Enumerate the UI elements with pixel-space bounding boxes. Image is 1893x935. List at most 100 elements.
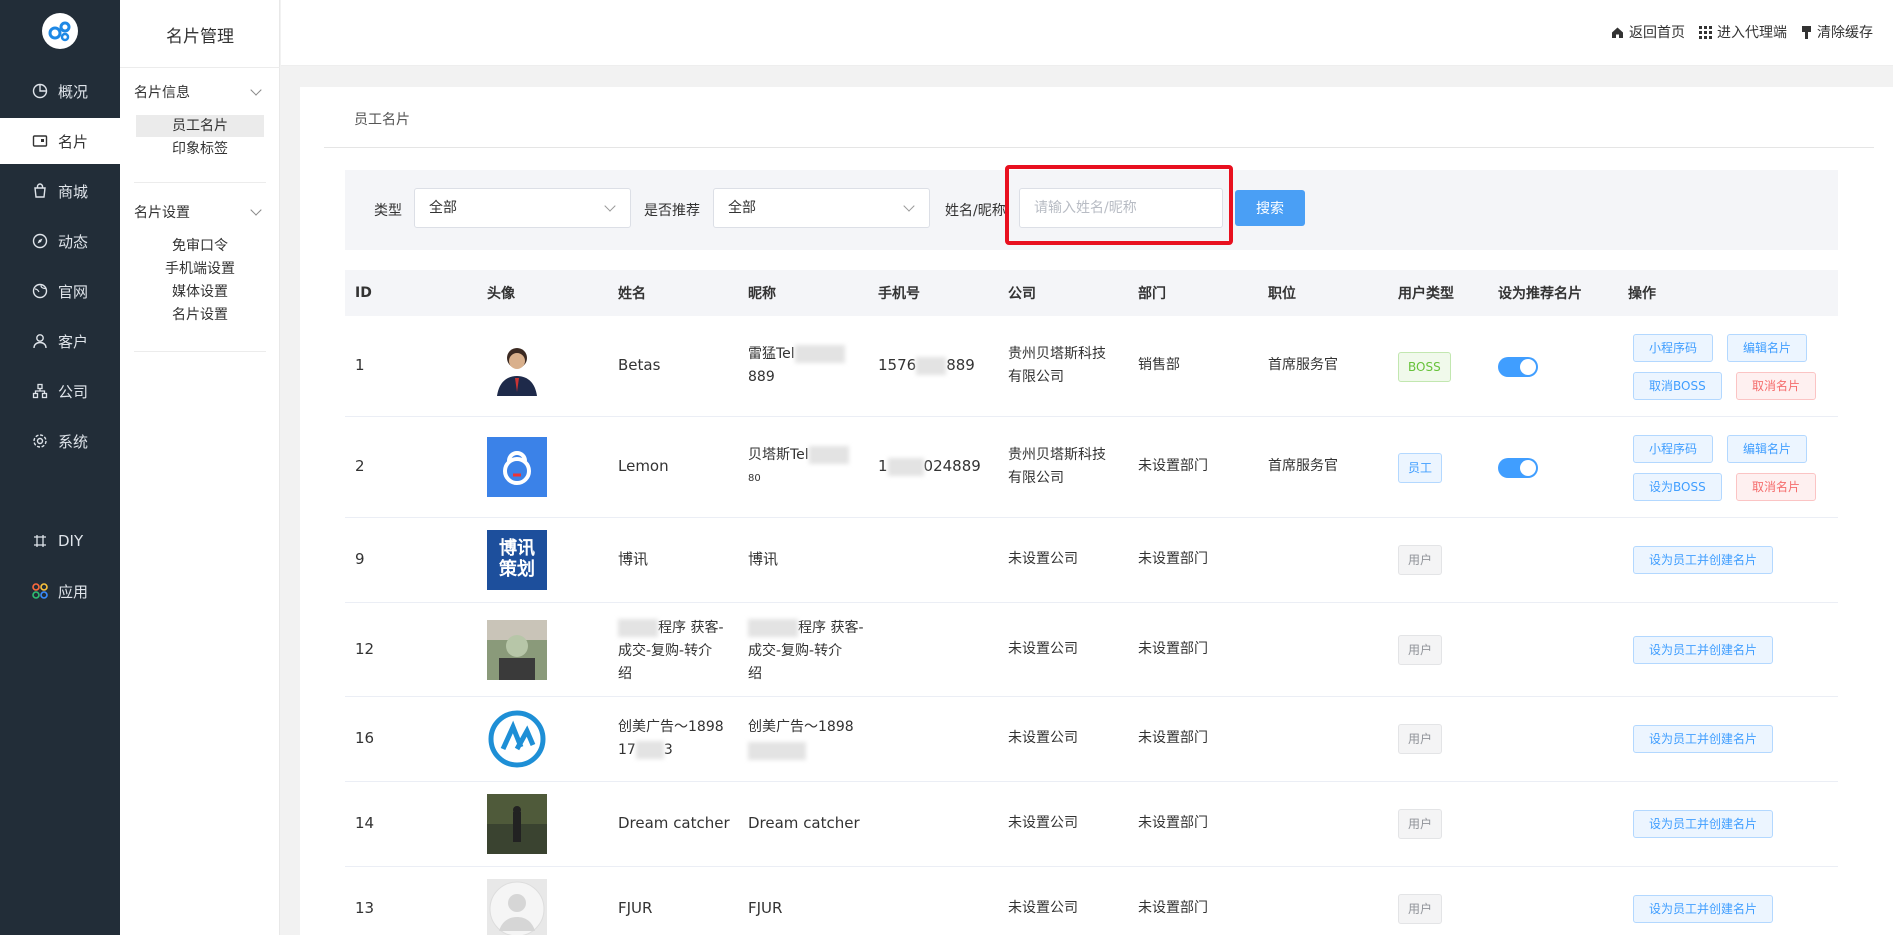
avatar bbox=[487, 879, 547, 935]
phone-part: 024889 bbox=[923, 457, 981, 475]
compass-icon bbox=[32, 233, 48, 249]
subnav-link-employee-card[interactable]: 员工名片 bbox=[136, 115, 264, 137]
divider bbox=[324, 147, 1874, 148]
redaction bbox=[794, 345, 845, 363]
nickname-line: 程序 获客- bbox=[798, 620, 864, 636]
cell-nickname: FJUR bbox=[748, 899, 783, 917]
recommend-select[interactable]: 全部 bbox=[713, 188, 930, 228]
create-card-button[interactable]: 设为员工并创建名片 bbox=[1633, 546, 1774, 574]
app-logo[interactable] bbox=[42, 13, 78, 49]
redaction bbox=[748, 741, 806, 760]
nav-item-apps[interactable]: 应用 bbox=[0, 568, 120, 614]
nav-item-website[interactable]: 官网 bbox=[0, 268, 120, 314]
edit-card-button[interactable]: 编辑名片 bbox=[1727, 334, 1808, 362]
nav-item-customer[interactable]: 客户 bbox=[0, 318, 120, 364]
subnav-link-media-settings[interactable]: 媒体设置 bbox=[136, 281, 264, 303]
recommend-toggle[interactable] bbox=[1498, 357, 1538, 377]
subnav-link-review-code[interactable]: 免审口令 bbox=[136, 235, 264, 257]
nickname-line: 贝塔斯Tel bbox=[748, 447, 809, 463]
nav-label: DIY bbox=[58, 532, 84, 550]
table-row: 14 Dream catcher Dream catcher 未设置公司 未设置… bbox=[345, 782, 1838, 867]
set-boss-button[interactable]: 设为BOSS bbox=[1633, 473, 1722, 501]
cell-department: 未设置部门 bbox=[1138, 815, 1208, 831]
subnav-link-mobile-settings[interactable]: 手机端设置 bbox=[136, 258, 264, 280]
cell-department: 未设置部门 bbox=[1138, 730, 1208, 746]
col-position: 职位 bbox=[1268, 286, 1296, 302]
create-card-button[interactable]: 设为员工并创建名片 bbox=[1633, 895, 1774, 923]
clear-cache-link[interactable]: 清除缓存 bbox=[1801, 22, 1873, 42]
filter-bar: 类型 全部 是否推荐 全部 姓名/昵称 搜索 bbox=[345, 170, 1838, 250]
status-badge: 用户 bbox=[1398, 809, 1443, 839]
qrcode-button[interactable]: 小程序码 bbox=[1633, 334, 1714, 362]
redaction bbox=[887, 457, 924, 476]
cell-name-line2: 成交-复购-转介 bbox=[618, 643, 713, 659]
nav-item-shop[interactable]: 商城 bbox=[0, 168, 120, 214]
create-card-button[interactable]: 设为员工并创建名片 bbox=[1633, 810, 1774, 838]
col-id: ID bbox=[355, 285, 372, 301]
cell-company: 未设置公司 bbox=[1008, 730, 1078, 746]
avatar: 博讯 策划 bbox=[487, 530, 547, 590]
brush-icon bbox=[1802, 25, 1811, 39]
col-nickname: 昵称 bbox=[748, 286, 776, 302]
create-card-button[interactable]: 设为员工并创建名片 bbox=[1633, 636, 1774, 664]
status-badge: BOSS bbox=[1398, 352, 1451, 382]
cell-phone: 1 024889 bbox=[878, 455, 981, 478]
table-row: 16 创美广告～1898 17 3 创美广告～1898 未设置公司 未设置部门 用… bbox=[345, 697, 1838, 782]
search-button[interactable]: 搜索 bbox=[1235, 190, 1305, 226]
cell-department: 未设置部门 bbox=[1138, 641, 1208, 657]
nav-label: 官网 bbox=[58, 282, 89, 301]
type-select-value: 全部 bbox=[429, 200, 457, 216]
cancel-card-button[interactable]: 取消名片 bbox=[1736, 372, 1817, 400]
recommend-toggle[interactable] bbox=[1498, 458, 1538, 478]
nav-item-diy[interactable]: DIY bbox=[0, 518, 120, 564]
agent-link[interactable]: 进入代理端 bbox=[1699, 22, 1787, 42]
subnav-group-card-info[interactable]: 名片信息 bbox=[134, 82, 266, 102]
subnav-link-impression-tags[interactable]: 印象标签 bbox=[136, 138, 264, 160]
chevron-down-icon bbox=[250, 84, 262, 96]
table-row: 1 Betas 雷猛Tel 889 1576 889 贵州贝塔斯科技 有限公司 销… bbox=[345, 316, 1838, 417]
avatar bbox=[487, 620, 547, 680]
edit-card-button[interactable]: 编辑名片 bbox=[1727, 435, 1808, 463]
subnav-link-card-settings[interactable]: 名片设置 bbox=[136, 304, 264, 326]
subnav-group-card-settings[interactable]: 名片设置 bbox=[134, 202, 266, 222]
cancel-boss-button[interactable]: 取消BOSS bbox=[1633, 372, 1722, 400]
cell-position: 首席服务官 bbox=[1268, 357, 1338, 373]
main-sidebar: 概况 名片 商城 动态 官网 客户 公司 系统 DIY 应用 bbox=[0, 0, 120, 935]
status-badge: 用户 bbox=[1398, 545, 1443, 575]
nav-label: 公司 bbox=[58, 382, 89, 401]
cancel-card-button[interactable]: 取消名片 bbox=[1736, 473, 1817, 501]
cell-name: 创美广告～1898 bbox=[618, 719, 724, 735]
nav-item-card[interactable]: 名片 bbox=[0, 118, 120, 164]
col-recommend: 设为推荐名片 bbox=[1498, 286, 1582, 302]
home-link-label: 返回首页 bbox=[1629, 25, 1685, 41]
qrcode-button[interactable]: 小程序码 bbox=[1633, 435, 1714, 463]
status-badge: 员工 bbox=[1398, 453, 1443, 483]
cell-nickname: 雷猛Tel bbox=[748, 343, 845, 366]
group-label: 名片设置 bbox=[134, 205, 190, 221]
create-card-button[interactable]: 设为员工并创建名片 bbox=[1633, 725, 1774, 753]
cell-department: 销售部 bbox=[1138, 357, 1180, 373]
clear-cache-label: 清除缓存 bbox=[1817, 25, 1873, 41]
cell-name-line3: 绍 bbox=[618, 666, 632, 682]
nav-item-feed[interactable]: 动态 bbox=[0, 218, 120, 264]
col-phone: 手机号 bbox=[878, 286, 920, 302]
divider bbox=[134, 351, 266, 352]
nav-label: 系统 bbox=[58, 432, 89, 451]
cell-company: 未设置公司 bbox=[1008, 551, 1078, 567]
cell-nickname: Dream catcher bbox=[748, 814, 860, 832]
name-search-input[interactable] bbox=[1019, 188, 1223, 228]
nav-label: 客户 bbox=[58, 332, 89, 351]
nav-item-company[interactable]: 公司 bbox=[0, 368, 120, 414]
top-header: 返回首页 进入代理端 清除缓存 bbox=[281, 0, 1893, 66]
avatar bbox=[487, 336, 547, 396]
col-actions: 操作 bbox=[1628, 286, 1656, 302]
nav-item-overview[interactable]: 概况 bbox=[0, 68, 120, 114]
type-select[interactable]: 全部 bbox=[414, 188, 631, 228]
home-link[interactable]: 返回首页 bbox=[1611, 22, 1685, 42]
avatar-text: 博讯 bbox=[499, 538, 535, 559]
nav-item-system[interactable]: 系统 bbox=[0, 418, 120, 464]
cell-id: 12 bbox=[355, 640, 375, 658]
col-avatar: 头像 bbox=[487, 286, 515, 302]
org-icon bbox=[32, 383, 48, 399]
table-row: 12 程序 获客- 成交-复购-转介 绍 程序 获客- 成交-复购-转介 绍 未… bbox=[345, 603, 1838, 697]
